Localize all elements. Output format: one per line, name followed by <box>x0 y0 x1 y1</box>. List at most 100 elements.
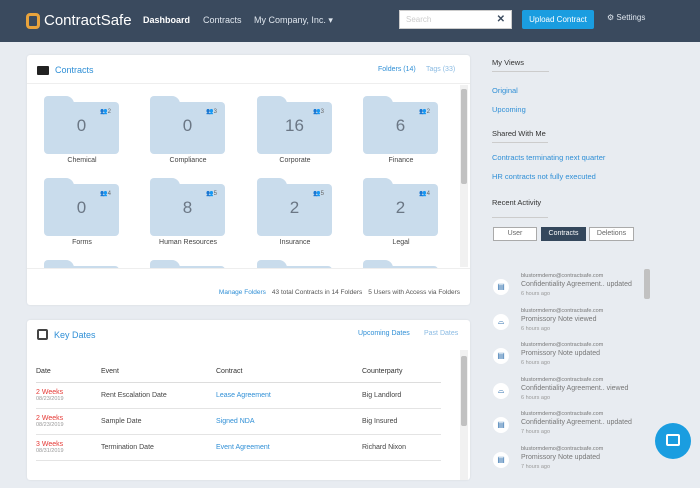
view-upcoming[interactable]: Upcoming <box>492 105 526 114</box>
folder-label: Compliance <box>169 157 207 164</box>
folder-partial[interactable] <box>44 260 119 268</box>
counterparty: Big Landlord <box>362 382 441 409</box>
folder-finance[interactable]: 6 👥2 <box>363 96 438 156</box>
contract-link[interactable]: Lease Agreement <box>216 382 362 409</box>
folder-users: 👥3 <box>313 109 324 115</box>
tab-deletions[interactable]: Deletions <box>589 227 634 241</box>
folder-count: 2 <box>395 198 406 217</box>
folder-users: 👥5 <box>206 191 217 197</box>
folder-count: 0 <box>182 116 193 135</box>
relative-date: 3 Weeks <box>36 440 64 448</box>
nav-dashboard[interactable]: Dashboard <box>143 15 190 25</box>
activity-email: blustormdemo@contractsafe.com <box>521 273 604 279</box>
settings-button[interactable]: ⚙ Settings <box>607 13 645 22</box>
search-input[interactable]: Search ✕ <box>399 10 512 29</box>
chat-button[interactable] <box>655 423 691 459</box>
folder-count: 0 <box>76 116 87 135</box>
folder-compliance[interactable]: 0 👥3 <box>150 96 225 156</box>
users-icon: 👥 <box>313 109 321 115</box>
upcoming-dates-tab[interactable]: Upcoming Dates <box>358 330 410 337</box>
folder-count: 6 <box>395 116 406 135</box>
folder-users: 👥4 <box>100 191 111 197</box>
event: Termination Date <box>101 434 216 461</box>
manage-folders-link[interactable]: Manage Folders <box>219 289 266 296</box>
folder-insurance[interactable]: 2 👥5 <box>257 178 332 238</box>
activity-text: Promissory Note updated <box>521 453 600 461</box>
folder-users: 👥2 <box>100 109 111 115</box>
relative-date: 2 Weeks <box>36 414 64 422</box>
users-access: 5 Users with Access via Folders <box>368 289 460 296</box>
tab-user[interactable]: User <box>493 227 537 241</box>
gear-icon: ⚙ <box>607 13 617 22</box>
folder-partial[interactable] <box>150 260 225 268</box>
col-event: Event <box>101 362 216 383</box>
folder-count: 16 <box>285 116 304 135</box>
folder-partial[interactable] <box>363 260 438 268</box>
key-dates-scrollbar[interactable] <box>460 350 468 480</box>
activity-item[interactable]: ▤ blustormdemo@contractsafe.com Promissory… <box>493 446 653 488</box>
folder-human-resources[interactable]: 8 👥5 <box>150 178 225 238</box>
folder-label: Human Resources <box>159 239 217 246</box>
activity-time: 6 hours ago <box>521 291 551 297</box>
contract-link[interactable]: Signed NDA <box>216 408 362 435</box>
activity-scrollbar[interactable] <box>643 263 651 470</box>
folder-chemical[interactable]: 0 👥2 <box>44 96 119 156</box>
folders-tab[interactable]: Folders (14) <box>378 66 416 73</box>
company-dropdown[interactable]: My Company, Inc. ▾ <box>254 15 333 26</box>
folder-legal[interactable]: 2 👥4 <box>363 178 438 238</box>
nav-contracts[interactable]: Contracts <box>203 15 242 25</box>
folder-users: 👥2 <box>419 109 430 115</box>
document-icon: ▤ <box>493 451 509 468</box>
table-row: 2 Weeks 08/23/2019 Rent Escalation Date Lea… <box>36 382 441 409</box>
col-contract: Contract <box>216 362 362 383</box>
activity-time: 6 hours ago <box>521 360 551 366</box>
my-views-heading: My Views <box>492 58 549 72</box>
search-placeholder: Search <box>406 15 432 24</box>
document-icon: ▤ <box>493 348 509 364</box>
folder-icon <box>37 65 49 75</box>
upload-contract-button[interactable]: Upload Contract <box>522 10 594 29</box>
folder-forms[interactable]: 0 👥4 <box>44 178 119 238</box>
activity-text: Promissory Note viewed <box>521 315 597 323</box>
activity-text: Confidentiality Agreement.. viewed <box>521 384 629 392</box>
folder-users: 👥5 <box>313 191 324 197</box>
users-icon: 👥 <box>419 191 427 197</box>
view-original[interactable]: Original <box>492 86 518 95</box>
activity-email: blustormdemo@contractsafe.com <box>521 445 604 452</box>
activity-text: Confidentiality Agreement.. updated <box>521 419 632 426</box>
activity-email: blustormdemo@contractsafe.com <box>521 342 604 348</box>
users-icon: 👥 <box>206 191 214 197</box>
total-contracts: 43 total Contracts in 14 Folders <box>271 289 363 296</box>
users-icon: 👥 <box>313 191 321 197</box>
date: 08/23/2019 <box>36 421 64 428</box>
users-icon: 👥 <box>100 109 108 115</box>
tab-contracts[interactable]: Contracts <box>541 227 586 241</box>
top-nav: ContractSafe Dashboard Contracts My Comp… <box>0 0 700 42</box>
relative-date: 2 Weeks <box>36 388 64 396</box>
key-dates-table: Date Event Contract Counterparty 2 Weeks 08/… <box>36 362 441 461</box>
folder-label: Corporate <box>279 157 311 164</box>
past-dates-tab[interactable]: Past Dates <box>424 330 458 337</box>
activity-email: blustormdemo@contractsafe.com <box>521 376 604 383</box>
binoculars-icon: ⌓ <box>493 313 509 330</box>
contracts-card: Contracts Folders (14) Tags (33) 0 👥2 Chem… <box>27 55 470 305</box>
folder-corporate[interactable]: 16 👥3 <box>257 96 332 156</box>
contracts-title[interactable]: Contracts <box>55 65 94 75</box>
folder-label: Insurance <box>279 239 311 246</box>
folders-scrollbar[interactable] <box>460 85 468 267</box>
activity-email: blustormdemo@contractsafe.com <box>521 307 604 314</box>
logo[interactable]: ContractSafe <box>26 12 132 29</box>
contract-link[interactable]: Event Agreement <box>216 434 362 461</box>
tags-tab[interactable]: Tags (33) <box>426 66 455 73</box>
table-row: 3 Weeks 08/31/2019 Termination Date Event A… <box>36 434 441 461</box>
table-row: 2 Weeks 08/23/2019 Sample Date Signed NDA Bi… <box>36 408 441 435</box>
clear-search-icon[interactable]: ✕ <box>497 14 505 25</box>
activity-time: 6 hours ago <box>521 394 551 401</box>
activity-text: Promissory Note updated <box>521 350 600 357</box>
shared-view-terminating[interactable]: Contracts terminating next quarter <box>492 153 605 162</box>
shared-view-hr[interactable]: HR contracts not fully executed <box>492 172 596 181</box>
logo-icon <box>26 12 40 29</box>
brand-name: ContractSafe <box>44 12 132 29</box>
folder-label: Chemical <box>67 157 97 164</box>
folder-partial[interactable] <box>257 260 332 268</box>
